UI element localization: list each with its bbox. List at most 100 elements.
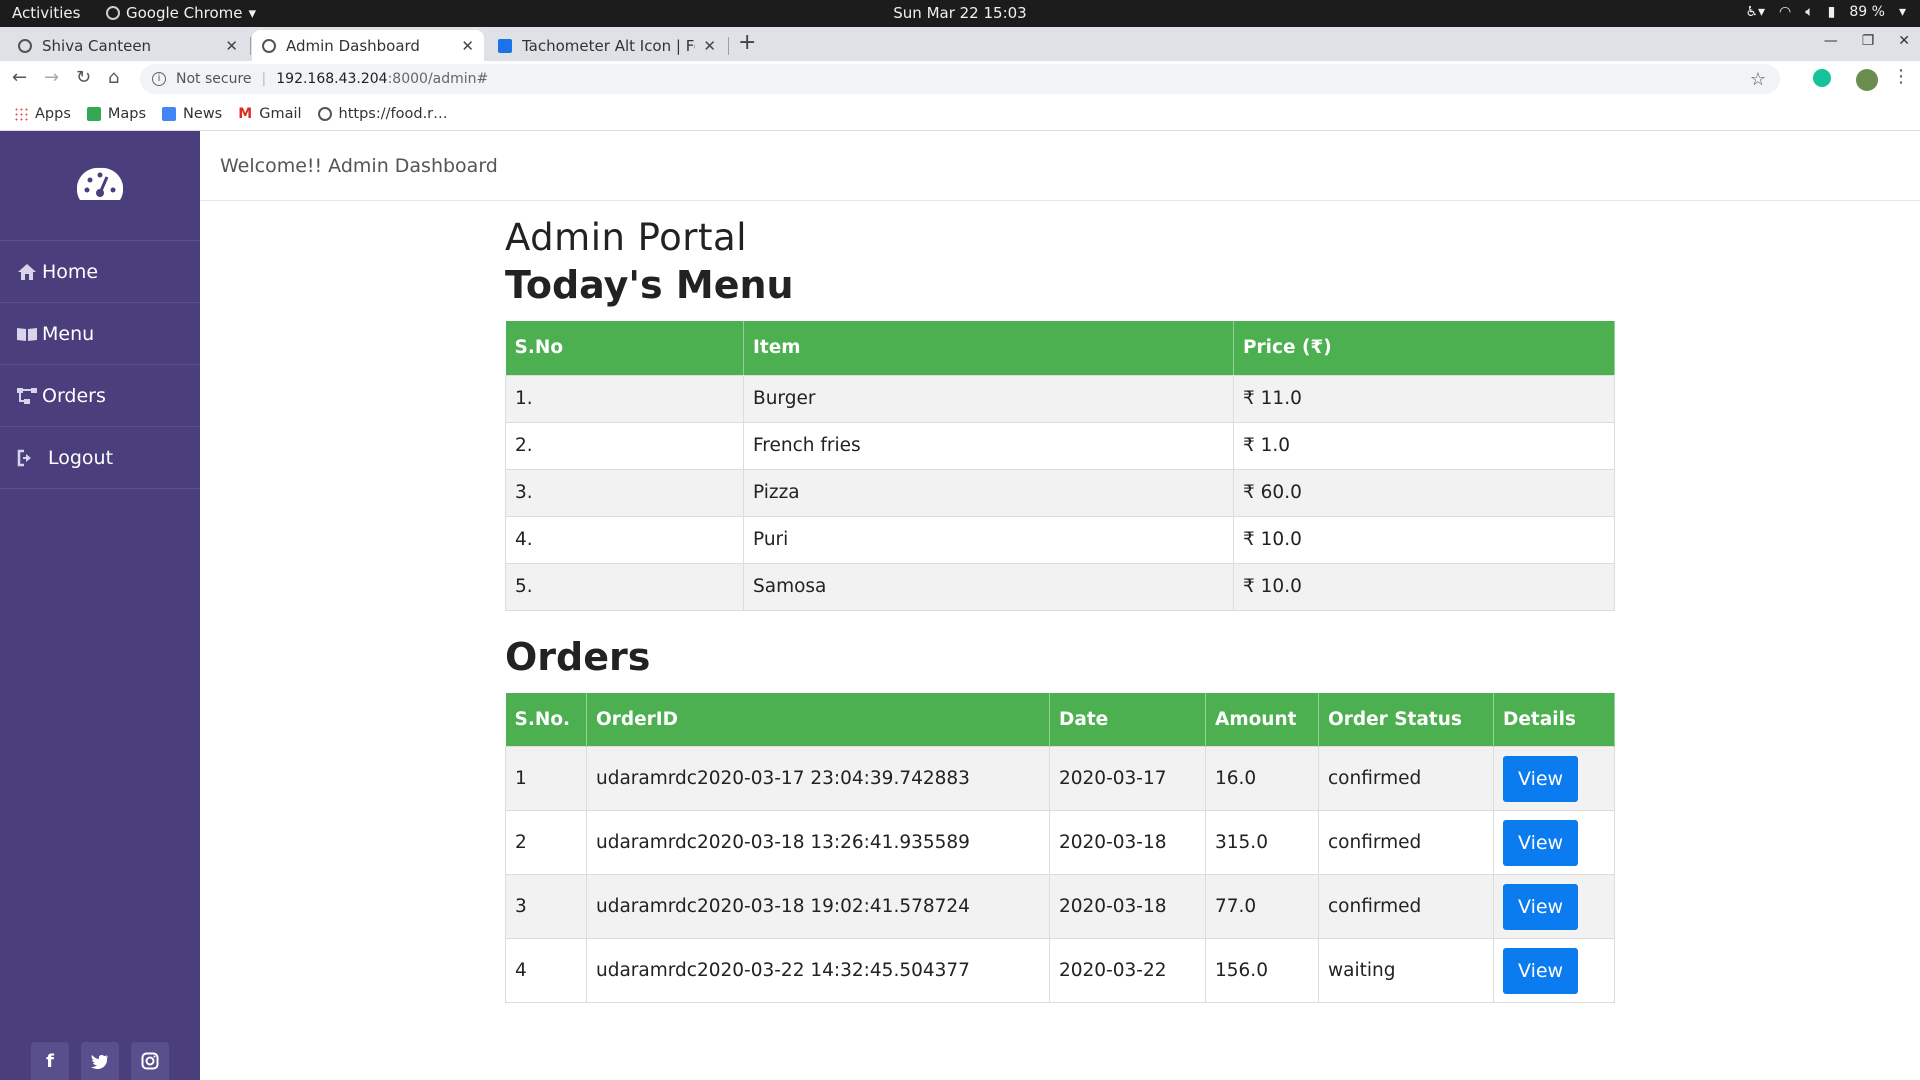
view-order-button[interactable]: View <box>1503 819 1579 866</box>
minimize-button[interactable]: — <box>1824 33 1838 49</box>
bookmark-food[interactable]: https://food.r… <box>317 105 448 122</box>
view-order-button[interactable]: View <box>1503 947 1579 994</box>
table-cell: 16.0 <box>1205 746 1319 811</box>
table-cell: 4. <box>505 515 744 564</box>
forward-button[interactable]: → <box>44 67 59 88</box>
url-divider: | <box>261 71 267 87</box>
table-cell: confirmed <box>1318 746 1494 811</box>
tachometer-icon <box>77 167 123 200</box>
globe-icon <box>18 38 32 53</box>
restore-button[interactable]: ❐ <box>1862 33 1875 49</box>
tab-admin-dashboard[interactable]: Admin Dashboard ✕ <box>252 30 484 61</box>
table-row: 3 udaramrdc2020-03-18 19:02:41.578724 20… <box>505 874 1615 939</box>
bookmark-label: Maps <box>107 105 147 122</box>
table-cell: 2020-03-18 <box>1049 810 1206 875</box>
table-cell: 4 <box>505 938 587 1003</box>
sidebar-item-menu[interactable]: Menu <box>0 303 200 365</box>
bookmark-label: https://food.r… <box>338 105 448 122</box>
table-cell: Pizza <box>743 468 1234 517</box>
activities-button[interactable]: Activities <box>12 4 80 22</box>
reload-button[interactable]: ↻ <box>76 67 91 88</box>
tab-title: Shiva Canteen <box>42 36 152 55</box>
tab-shiva-canteen[interactable]: Shiva Canteen ✕ <box>8 30 248 61</box>
table-cell: ₹ 1.0 <box>1233 421 1615 470</box>
bookmark-label: Gmail <box>259 105 302 122</box>
back-button[interactable]: ← <box>12 67 27 88</box>
table-cell: confirmed <box>1318 810 1494 875</box>
grammarly-extension-icon[interactable] <box>1813 69 1831 87</box>
flag-icon <box>498 38 512 53</box>
sidebar-item-label: Menu <box>42 322 95 345</box>
app-menu[interactable]: Google Chrome ▾ <box>106 4 256 22</box>
column-header: OrderID <box>586 692 1050 747</box>
sidebar-item-home[interactable]: Home <box>0 241 200 303</box>
bookmark-gmail[interactable]: M Gmail <box>238 106 301 122</box>
close-icon[interactable]: ✕ <box>225 37 238 55</box>
info-icon[interactable]: i <box>152 72 166 86</box>
table-cell: ₹ 10.0 <box>1233 515 1615 564</box>
maps-icon <box>86 106 101 121</box>
table-header-row: S.No Item Price (₹) <box>505 321 1615 375</box>
address-bar[interactable]: i Not secure | 192.168.43.204 :8000/admi… <box>140 64 1780 94</box>
apps-grid-icon <box>14 106 28 121</box>
table-cell: 2 <box>505 810 587 875</box>
view-order-button[interactable]: View <box>1503 755 1579 802</box>
column-header: Order Status <box>1318 692 1494 747</box>
window-controls: — ❐ ✕ <box>1824 33 1910 49</box>
table-cell: 3. <box>505 468 744 517</box>
view-order-button[interactable]: View <box>1503 883 1579 930</box>
sidebar-item-orders[interactable]: Orders <box>0 365 200 427</box>
chevron-down-icon: ▾ <box>248 4 257 22</box>
column-header: Details <box>1493 692 1615 747</box>
table-cell: View <box>1493 938 1615 1003</box>
sidebar-item-logout[interactable]: Logout <box>0 427 200 489</box>
table-cell: Samosa <box>743 562 1234 611</box>
table-cell: udaramrdc2020-03-17 23:04:39.742883 <box>586 746 1050 811</box>
table-row: 2. French fries ₹ 1.0 <box>505 421 1615 470</box>
home-button[interactable]: ⌂ <box>108 67 119 88</box>
table-cell: udaramrdc2020-03-18 19:02:41.578724 <box>586 874 1050 939</box>
orders-table: S.No. OrderID Date Amount Order Status D… <box>505 692 1615 1003</box>
close-icon[interactable]: ✕ <box>461 37 474 55</box>
chrome-icon <box>106 6 120 20</box>
table-cell: 2020-03-18 <box>1049 874 1206 939</box>
column-header: S.No <box>505 321 744 375</box>
menu-heading: Today's Menu <box>505 263 794 307</box>
table-cell: confirmed <box>1318 874 1494 939</box>
more-menu-icon[interactable]: ⋮ <box>1892 66 1910 87</box>
bookmark-news[interactable]: News <box>162 106 222 122</box>
twitter-icon[interactable] <box>81 1042 119 1080</box>
url-path: :8000/admin# <box>387 71 489 87</box>
url-host: 192.168.43.204 <box>276 71 388 87</box>
table-cell: View <box>1493 810 1615 875</box>
table-cell: French fries <box>743 421 1234 470</box>
close-window-button[interactable]: ✕ <box>1898 33 1910 49</box>
table-cell: udaramrdc2020-03-18 13:26:41.935589 <box>586 810 1050 875</box>
table-row: 5. Samosa ₹ 10.0 <box>505 562 1615 611</box>
new-tab-button[interactable]: + <box>738 30 756 55</box>
bookmark-apps[interactable]: Apps <box>14 106 71 122</box>
system-tray[interactable]: ♿︎▾ ◠ 🔈︎ ▮ 89 % ▾ <box>1745 4 1906 20</box>
accessibility-icon: ♿︎▾ <box>1745 4 1766 20</box>
column-header: Price (₹) <box>1233 321 1615 375</box>
instagram-icon[interactable] <box>131 1042 169 1080</box>
tab-tachometer-icon[interactable]: Tachometer Alt Icon | Fon ✕ <box>488 30 726 61</box>
dashboard-logo[interactable] <box>0 131 200 241</box>
sidebar-item-label: Logout <box>48 446 114 469</box>
close-icon[interactable]: ✕ <box>703 37 716 55</box>
clock[interactable]: Sun Mar 22 15:03 <box>0 4 1920 22</box>
bookmark-maps[interactable]: Maps <box>86 105 147 122</box>
profile-avatar[interactable] <box>1856 69 1878 91</box>
table-cell: 3 <box>505 874 587 939</box>
orders-heading: Orders <box>505 634 651 679</box>
bookmark-star-icon[interactable]: ☆ <box>1750 69 1766 90</box>
facebook-icon[interactable]: f <box>31 1042 69 1080</box>
tab-separator <box>250 37 251 55</box>
bookmarks-bar: Apps Maps News M Gmail https://food.r… <box>0 97 1920 131</box>
table-cell: 5. <box>505 562 744 611</box>
column-header: Amount <box>1205 692 1319 747</box>
main-content: Admin Portal Today's Menu S.No Item Pric… <box>505 216 1615 1003</box>
table-row: 3. Pizza ₹ 60.0 <box>505 468 1615 517</box>
column-header: Item <box>743 321 1234 375</box>
table-row: 2 udaramrdc2020-03-18 13:26:41.935589 20… <box>505 810 1615 875</box>
